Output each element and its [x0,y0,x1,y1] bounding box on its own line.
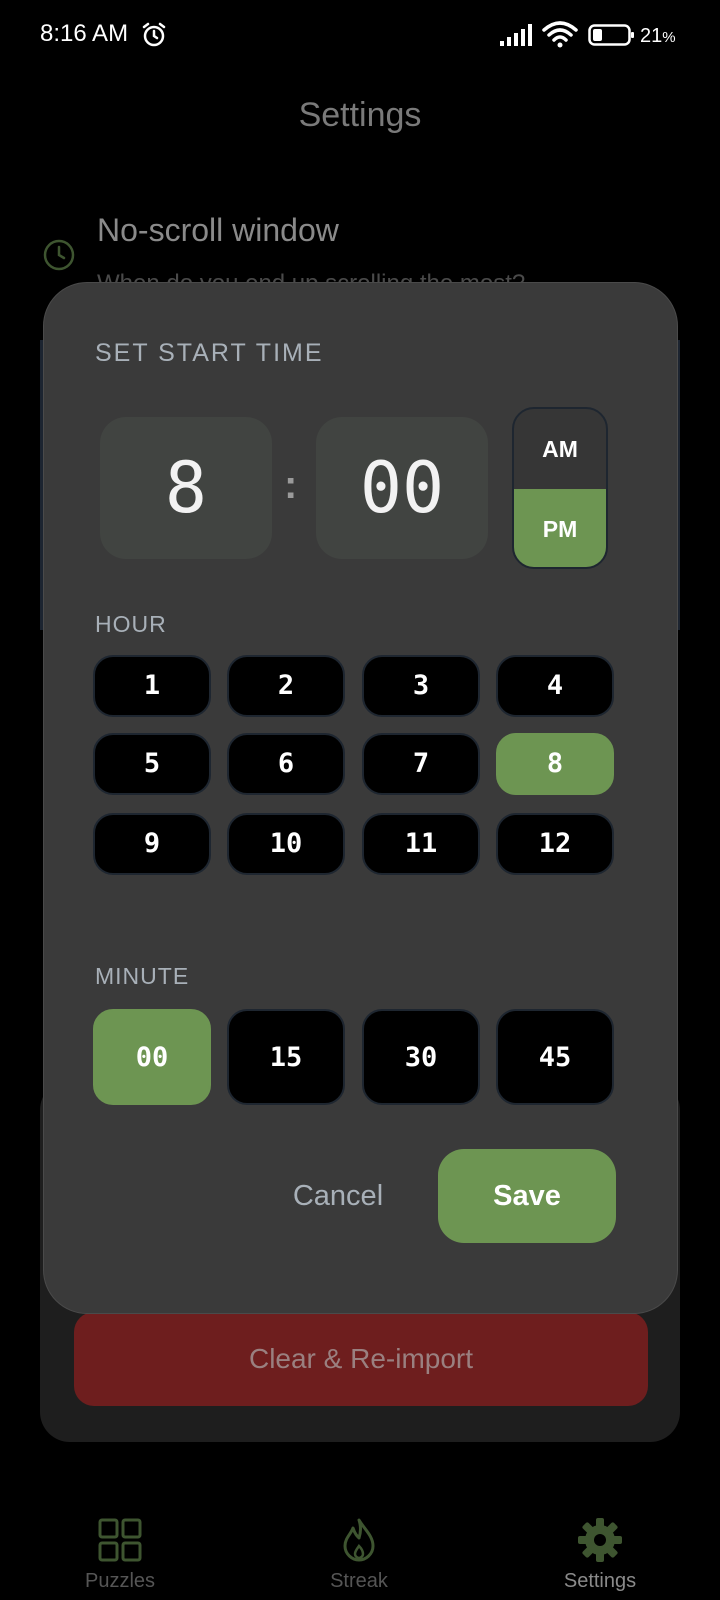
clear-reimport-button[interactable]: Clear & Re-import [74,1312,648,1406]
nav-label-streak: Streak [330,1570,388,1592]
hour-option-2[interactable]: 2 [227,655,345,717]
gear-icon [578,1518,622,1562]
minute-option-00[interactable]: 00 [93,1009,211,1105]
am-option[interactable]: AM [514,409,606,489]
battery-icon [588,24,634,46]
set-start-time-dialog: SET START TIME 8 : 00 AM PM HOUR 1 2 3 4… [43,282,678,1314]
nav-label-puzzles: Puzzles [84,1570,156,1592]
status-bar: 8:16 AM 21% [0,0,720,70]
bottom-navigation: Puzzles Streak Settings [0,1500,720,1600]
hour-option-12[interactable]: 12 [496,813,614,875]
hour-label: HOUR [95,611,167,637]
nav-item-settings[interactable]: Settings [510,1500,690,1600]
hour-option-3[interactable]: 3 [362,655,480,717]
time-separator: : [284,463,298,507]
status-time: 8:16 AM [40,20,129,47]
nav-item-puzzles[interactable]: Puzzles [30,1500,210,1600]
nav-item-streak[interactable]: Streak [269,1500,449,1600]
hour-option-8[interactable]: 8 [496,733,614,795]
pm-option[interactable]: PM [514,489,606,567]
cancel-button[interactable]: Cancel [278,1149,398,1243]
hour-option-4[interactable]: 4 [496,655,614,717]
minute-display: 00 [316,417,488,559]
hour-option-9[interactable]: 9 [93,813,211,875]
wifi-icon [542,21,578,48]
hour-option-5[interactable]: 5 [93,733,211,795]
battery-percentage: 21% [640,25,676,47]
hour-option-7[interactable]: 7 [362,733,480,795]
minute-option-45[interactable]: 45 [496,1009,614,1105]
grid-icon [98,1518,142,1562]
signal-icon [500,24,532,46]
minute-option-30[interactable]: 30 [362,1009,480,1105]
minute-label: MINUTE [95,963,190,989]
am-pm-toggle: AM PM [512,407,608,569]
page-title: Settings [298,96,422,134]
clock-icon [43,239,75,271]
hour-option-6[interactable]: 6 [227,733,345,795]
save-button[interactable]: Save [438,1149,616,1243]
hour-option-11[interactable]: 11 [362,813,480,875]
flame-icon [343,1518,375,1562]
alarm-icon [142,22,166,47]
nav-label-settings: Settings [563,1570,637,1592]
minute-option-15[interactable]: 15 [227,1009,345,1105]
hour-option-1[interactable]: 1 [93,655,211,717]
dialog-heading: SET START TIME [95,339,324,367]
no-scroll-window-title: No-scroll window [97,212,339,248]
hour-option-10[interactable]: 10 [227,813,345,875]
hour-display: 8 [100,417,272,559]
